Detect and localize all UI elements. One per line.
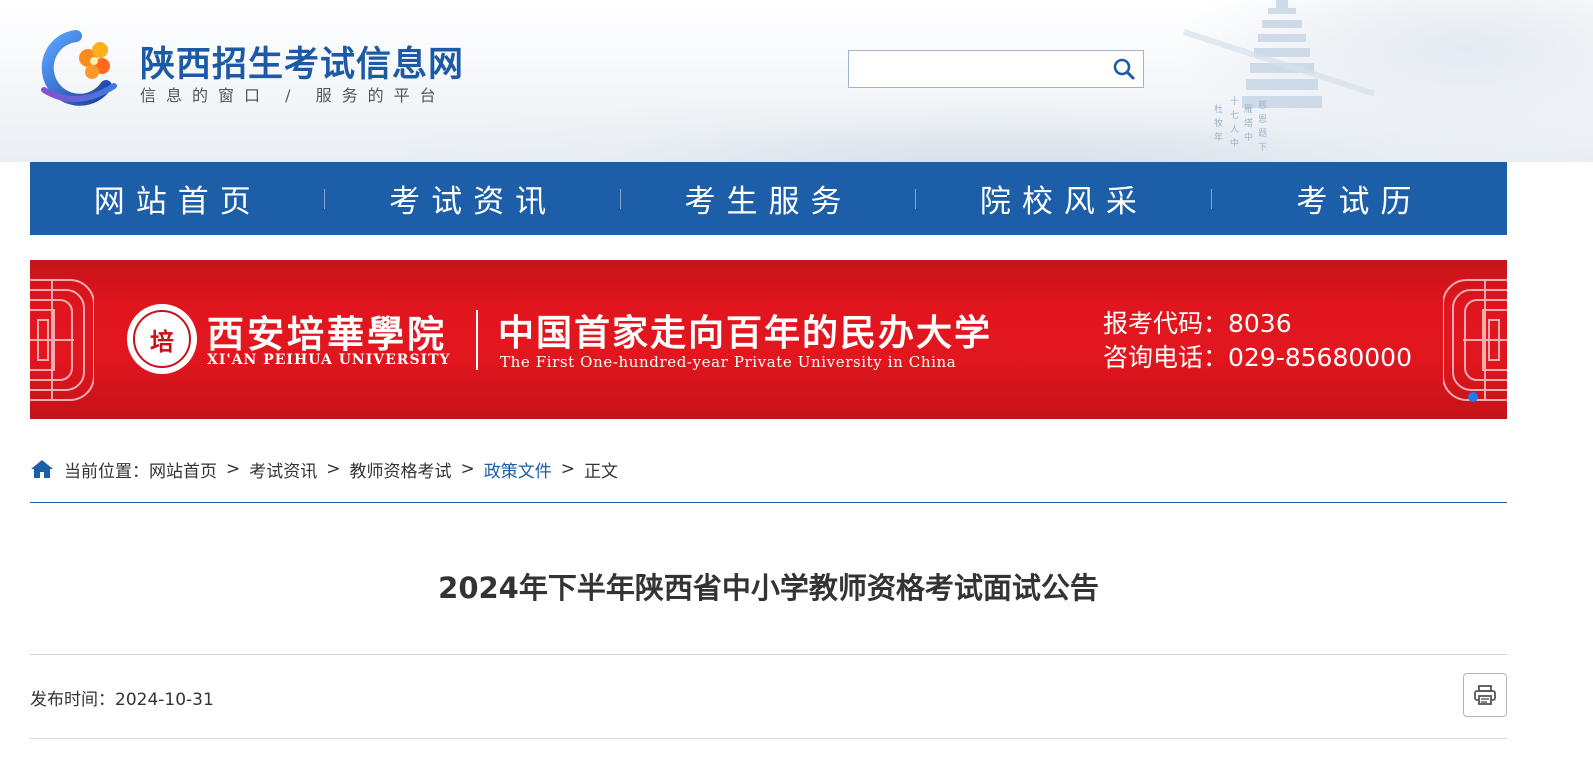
meta-divider (30, 738, 1507, 739)
banner-slogan-en: The First One-hundred-year Private Unive… (500, 353, 957, 371)
breadcrumb-separator: > (226, 459, 241, 479)
university-name-cn: 西安培華學院 (207, 312, 447, 356)
svg-text:慈: 慈 (1258, 99, 1267, 111)
svg-text:年: 年 (1214, 131, 1223, 143)
title-divider (30, 654, 1507, 655)
svg-text:中: 中 (1244, 131, 1253, 143)
svg-text:恩: 恩 (1258, 114, 1267, 125)
site-title[interactable]: 陕西招生考试信息网 (140, 36, 464, 87)
pagoda-decoration: 杜牧年 十七人中 雁塔中 慈恩题下 (1183, 0, 1376, 153)
svg-text:人: 人 (1230, 124, 1239, 135)
home-icon (31, 460, 53, 478)
site-slogan: 信息的窗口 / 服务的平台 (140, 86, 446, 105)
lattice-decoration (1443, 279, 1507, 401)
printer-icon (1474, 685, 1496, 705)
publish-info: 发布时间：2024-10-31 (30, 685, 214, 710)
lattice-decoration (30, 279, 94, 401)
breadcrumb-link-home[interactable]: 网站首页 (149, 457, 217, 482)
breadcrumb-prefix: 当前位置： (64, 461, 149, 482)
breadcrumb-link-policy[interactable]: 政策文件 (484, 457, 552, 482)
nav-item-home[interactable]: 网站首页 (30, 162, 326, 235)
site-logo-icon[interactable] (30, 28, 122, 108)
svg-text:十: 十 (1230, 95, 1239, 107)
search-icon[interactable] (1111, 57, 1137, 81)
banner-divider (476, 310, 478, 370)
university-seal-icon: 培 (127, 304, 197, 374)
nav-item-campus-showcase[interactable]: 院校风采 (916, 162, 1212, 235)
consult-phone: 咨询电话：029-85680000 (1103, 343, 1412, 372)
nav-item-student-services[interactable]: 考生服务 (621, 162, 917, 235)
breadcrumb: 当前位置： 网站首页 > 考试资讯 > 教师资格考试 > 政策文件 > 正文 (30, 455, 618, 483)
nav-item-label: 考试历 (1296, 184, 1423, 220)
banner-contact: 报考代码：8036 咨询电话：029-85680000 (1103, 307, 1412, 375)
publish-label: 发布时间： (30, 690, 115, 710)
breadcrumb-current: 正文 (584, 461, 618, 482)
nav-item-label: 网站首页 (93, 184, 262, 220)
svg-text:杜: 杜 (1214, 103, 1223, 115)
print-button[interactable] (1463, 673, 1507, 717)
carousel-indicator-dot[interactable] (1468, 392, 1478, 402)
breadcrumb-link-exam-news[interactable]: 考试资讯 (249, 457, 317, 482)
breadcrumb-separator: > (326, 459, 341, 479)
article-title: 2024年下半年陕西省中小学教师资格考试面试公告 (438, 571, 1099, 605)
svg-text:塔: 塔 (1244, 117, 1253, 129)
university-name-en: XI'AN PEIHUA UNIVERSITY (207, 352, 451, 368)
banner-slogan-cn: 中国首家走向百年的民办大学 (498, 312, 993, 354)
ad-banner[interactable]: 培 西安培華學院 XI'AN PEIHUA UNIVERSITY 中国首家走向百… (30, 260, 1507, 419)
svg-text:题: 题 (1258, 128, 1267, 139)
nav-item-label: 考生服务 (684, 184, 853, 220)
svg-text:雁: 雁 (1244, 104, 1253, 115)
breadcrumb-separator: > (460, 459, 475, 479)
svg-text:七: 七 (1230, 110, 1239, 121)
publish-date: 2024-10-31 (115, 690, 214, 710)
svg-text:下: 下 (1258, 143, 1267, 153)
breadcrumb-link-teacher-cert[interactable]: 教师资格考试 (350, 457, 452, 482)
main-nav: 网站首页 考试资讯 考生服务 院校风采 考试历 (30, 162, 1507, 235)
svg-text:牧: 牧 (1214, 117, 1223, 129)
nav-item-exam-news[interactable]: 考试资讯 (325, 162, 621, 235)
nav-item-label: 考试资讯 (389, 184, 558, 220)
breadcrumb-divider (30, 502, 1507, 503)
breadcrumb-separator: > (560, 459, 575, 479)
seal-text: 培 (133, 310, 191, 368)
svg-text:中: 中 (1230, 137, 1239, 149)
search-box (848, 50, 1144, 88)
nav-item-label: 院校风采 (979, 184, 1148, 220)
search-input[interactable] (849, 51, 1105, 87)
site-header: 陕西招生考试信息网 信息的窗口 / 服务的平台 杜牧年 十七人中 雁塔中 慈恩题… (0, 0, 1593, 162)
nav-item-exam-calendar[interactable]: 考试历 (1212, 162, 1507, 235)
application-code: 报考代码：8036 (1103, 309, 1292, 338)
